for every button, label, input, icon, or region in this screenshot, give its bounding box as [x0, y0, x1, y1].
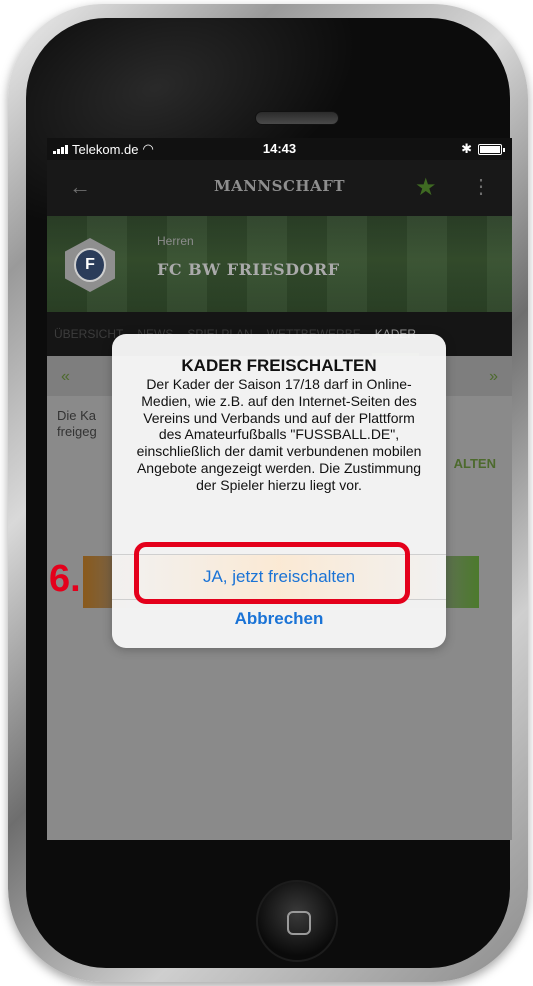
- dialog-message: Der Kader der Saison 17/18 darf in Onlin…: [136, 376, 422, 493]
- team-crest: F: [65, 238, 115, 292]
- earpiece-speaker: [255, 111, 339, 125]
- status-right: ✱: [461, 141, 505, 157]
- step-number-label: 6.: [49, 558, 81, 600]
- step-highlight-box: [134, 542, 410, 604]
- cancel-button[interactable]: Abbrechen: [112, 600, 446, 644]
- team-name: FC BW FRIESDORF: [157, 260, 340, 279]
- pager-next-button[interactable]: »: [489, 368, 498, 386]
- crest-logo: F: [74, 248, 106, 282]
- pager-prev-button[interactable]: «: [61, 368, 70, 386]
- star-icon[interactable]: ★: [415, 173, 437, 202]
- page-title: MANNSCHAFT: [213, 177, 346, 195]
- home-button[interactable]: [256, 880, 338, 962]
- dialog-title: KADER FREISCHALTEN: [181, 356, 377, 375]
- home-square-icon: [287, 911, 311, 935]
- status-time: 14:43: [262, 141, 297, 156]
- unlock-link[interactable]: ALTEN: [454, 456, 496, 471]
- battery-icon: [478, 143, 505, 155]
- status-bar: Telekom.de ◠ 14:43 ✱: [47, 138, 512, 160]
- team-banner: F Herren FC BW FRIESDORF: [47, 216, 512, 312]
- more-vertical-icon[interactable]: ⋮: [471, 174, 491, 199]
- bluetooth-icon: ✱: [461, 141, 472, 156]
- app-bar: ← MANNSCHAFT ★ ⋮: [47, 160, 512, 216]
- team-category: Herren: [157, 234, 194, 248]
